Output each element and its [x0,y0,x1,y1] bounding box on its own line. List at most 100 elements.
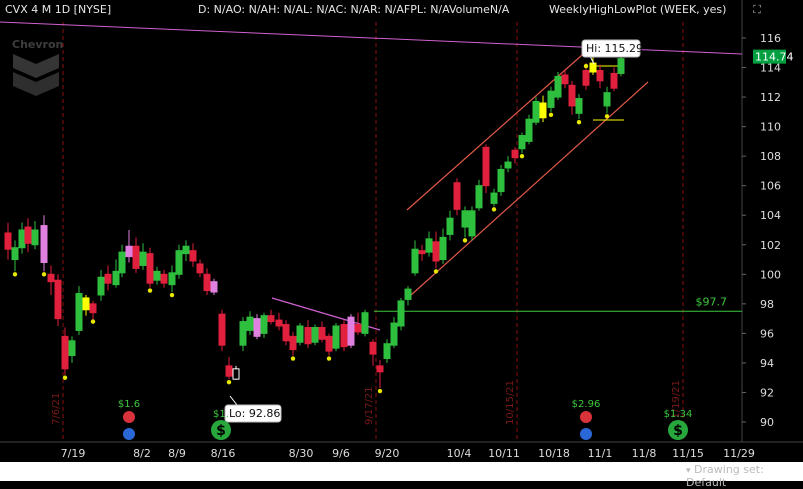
candlestick[interactable] [318,321,326,343]
candlestick[interactable] [497,165,505,197]
earnings-event[interactable]: $2.96 [572,399,601,440]
candlestick[interactable] [453,178,461,216]
candlestick[interactable] [376,359,384,389]
candlestick[interactable] [218,309,226,352]
candlestick[interactable] [311,324,319,346]
candlestick[interactable] [189,243,197,267]
candlestick[interactable] [260,312,268,338]
candlestick[interactable] [468,206,476,241]
candlestick[interactable] [40,215,48,272]
candlestick[interactable] [11,240,19,272]
drawing-set-selector[interactable]: ▾ Drawing set: Default [686,463,803,489]
candlestick[interactable] [118,244,126,278]
candlestick[interactable] [246,311,254,335]
weekly-low-dot [169,292,175,298]
candlestick[interactable] [61,327,69,375]
candle-body [518,134,526,150]
candle-body [453,182,461,210]
candlestick[interactable] [504,156,512,173]
candlestick[interactable] [425,231,433,257]
candlestick[interactable] [31,221,39,250]
candle-body [253,318,261,337]
candlestick[interactable] [153,266,161,285]
candlestick[interactable] [18,222,26,254]
candlestick[interactable] [289,331,297,356]
dividend-event[interactable]: $ $1.34 [664,409,693,440]
chart-settings-icon[interactable]: ⛶ [748,3,766,17]
earnings-event[interactable]: $1.6 [118,399,140,440]
candlestick[interactable] [482,144,490,194]
candlestick[interactable] [225,357,233,380]
candlestick[interactable] [267,309,275,325]
candlestick[interactable] [296,323,304,346]
candlestick[interactable] [332,323,340,352]
candlestick[interactable] [146,247,154,288]
candle-body [61,335,69,370]
candlestick[interactable] [112,259,120,288]
candlestick[interactable] [490,188,498,207]
candlestick[interactable] [518,132,526,154]
candlestick[interactable] [232,365,240,380]
candlestick[interactable] [82,294,90,316]
candlestick[interactable] [575,94,583,120]
candle-body [68,340,76,357]
candlestick[interactable] [325,333,333,356]
candlestick[interactable] [282,320,290,346]
candlestick[interactable] [210,278,218,295]
candle-body [267,315,275,323]
candlestick[interactable] [390,317,398,349]
candlestick[interactable] [139,243,147,270]
candlestick[interactable] [24,218,32,253]
candlestick[interactable] [439,228,447,264]
candlestick[interactable] [539,95,547,123]
channel-lower-line[interactable] [409,81,649,297]
candlestick[interactable] [568,80,576,115]
candlestick[interactable] [383,339,391,363]
candlestick[interactable] [203,268,211,295]
candlestick[interactable] [75,286,83,335]
time-axis-label: 9/6 [332,447,350,460]
candlestick[interactable] [275,312,283,331]
candlestick[interactable] [369,339,377,366]
candlestick[interactable] [160,269,168,288]
study-name-label[interactable]: WeeklyHighLowPlot (WEEK, yes) [549,3,726,16]
candlestick[interactable] [610,67,618,92]
candlestick[interactable] [461,206,469,238]
candlestick[interactable] [132,237,140,273]
candlestick[interactable] [547,86,555,112]
candlestick[interactable] [97,269,105,301]
candle-body [589,62,597,73]
candlestick[interactable] [340,320,348,352]
candlestick[interactable] [397,297,405,331]
candlestick[interactable] [182,240,190,262]
candlestick[interactable] [253,314,261,340]
candlestick[interactable] [175,244,183,279]
candlestick[interactable] [554,71,562,101]
price-chart[interactable]: Chevron 116114112110108106104102100989694… [0,0,803,481]
candlestick[interactable] [596,64,604,89]
dividend-event[interactable]: $ $1. [211,409,231,440]
candlestick[interactable] [411,240,419,276]
candlestick[interactable] [418,244,426,262]
candlestick[interactable] [525,114,533,145]
candlestick[interactable] [347,314,355,349]
candlestick[interactable] [104,265,112,291]
candlestick[interactable] [603,86,611,114]
candlestick[interactable] [68,336,76,363]
candlestick[interactable] [532,97,540,126]
candlestick[interactable] [446,210,454,241]
candlestick[interactable] [304,320,312,349]
candlestick[interactable] [54,274,62,326]
candlestick[interactable] [168,265,176,293]
candlestick[interactable] [361,309,369,337]
candlestick[interactable] [432,231,440,269]
candlestick[interactable] [196,259,204,278]
candlestick[interactable] [47,265,55,295]
candlestick[interactable] [239,317,247,352]
candlestick[interactable] [4,222,12,260]
candlestick[interactable] [125,230,133,263]
candlestick[interactable] [617,56,625,77]
symbol-period-label[interactable]: CVX 4 M 1D [NYSE] [5,3,111,16]
candlestick[interactable] [404,286,412,306]
candlestick[interactable] [475,179,483,211]
